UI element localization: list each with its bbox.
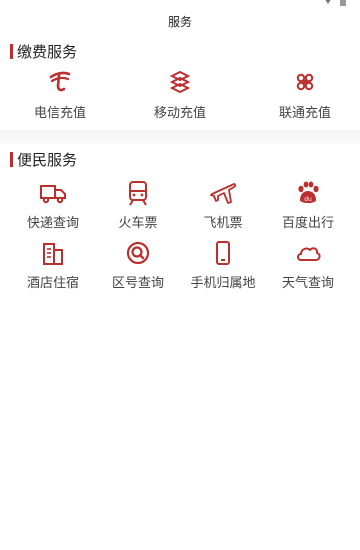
convenience-section-title: 便民服务 bbox=[17, 151, 78, 169]
payment-row: 电信充值 移动充值 联通充值 bbox=[0, 70, 360, 130]
china-mobile-icon bbox=[169, 70, 191, 94]
hotel-building-icon bbox=[43, 243, 63, 265]
cloud-icon bbox=[297, 247, 321, 261]
section-accent-bar bbox=[10, 44, 13, 59]
svg-text:du: du bbox=[304, 196, 312, 203]
payment-section-title: 缴费服务 bbox=[17, 43, 78, 61]
area-code-label: 区号查询 bbox=[111, 276, 164, 291]
flight-ticket-label: 飞机票 bbox=[203, 216, 243, 231]
baidu-travel-item[interactable]: du 百度出行 bbox=[268, 180, 348, 231]
train-ticket-label: 火车票 bbox=[118, 216, 158, 231]
truck-icon bbox=[40, 185, 66, 204]
unicom-recharge-label: 联通充值 bbox=[278, 106, 331, 121]
weather-label: 天气查询 bbox=[281, 276, 334, 291]
hotel-label: 酒店住宿 bbox=[26, 276, 79, 291]
status-icons bbox=[325, 0, 346, 6]
baidu-travel-label: 百度出行 bbox=[281, 216, 334, 231]
section-divider bbox=[0, 130, 360, 144]
payment-section: 缴费服务 电信充值 移动充值 联通充值 bbox=[0, 40, 360, 130]
mobile-recharge-label: 移动充值 bbox=[153, 106, 206, 121]
mobile-recharge-item[interactable]: 移动充值 bbox=[130, 70, 230, 121]
express-query-label: 快递查询 bbox=[26, 216, 79, 231]
convenience-section-header: 便民服务 bbox=[0, 148, 360, 172]
payment-section-header: 缴费服务 bbox=[0, 40, 360, 64]
train-ticket-item[interactable]: 火车票 bbox=[98, 180, 178, 231]
area-code-search-icon bbox=[126, 241, 150, 265]
hotel-item[interactable]: 酒店住宿 bbox=[13, 240, 93, 291]
baidu-paw-icon: du bbox=[298, 181, 319, 203]
phone-icon bbox=[216, 241, 230, 265]
section-accent-bar bbox=[10, 152, 13, 167]
train-icon bbox=[129, 181, 147, 206]
china-telecom-icon bbox=[49, 71, 71, 92]
china-unicom-icon bbox=[296, 73, 314, 91]
telecom-recharge-label: 电信充值 bbox=[33, 106, 86, 121]
page-title: 服务 bbox=[167, 14, 192, 29]
phone-location-label: 手机归属地 bbox=[190, 276, 256, 291]
unicom-recharge-item[interactable]: 联通充值 bbox=[255, 70, 355, 121]
title-bar: 服务 bbox=[0, 8, 360, 34]
area-code-item[interactable]: 区号查询 bbox=[98, 240, 178, 291]
flight-ticket-item[interactable]: 飞机票 bbox=[183, 180, 263, 231]
phone-location-item[interactable]: 手机归属地 bbox=[183, 240, 263, 291]
express-query-item[interactable]: 快递查询 bbox=[13, 180, 93, 231]
plane-icon bbox=[210, 183, 237, 204]
telecom-recharge-item[interactable]: 电信充值 bbox=[10, 70, 110, 121]
weather-item[interactable]: 天气查询 bbox=[268, 240, 348, 291]
convenience-section: 便民服务 快递查询 火车票 飞机票 du 百度出行 酒店住宿 区号查询 手机归属… bbox=[0, 148, 360, 298]
status-bar bbox=[0, 0, 360, 8]
